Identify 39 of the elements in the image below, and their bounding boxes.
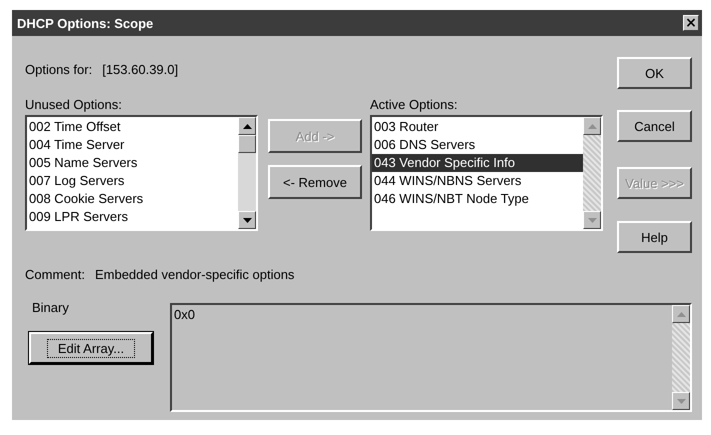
scroll-up-icon[interactable]: [672, 305, 690, 323]
scrollbar[interactable]: [672, 305, 690, 410]
scroll-up-icon[interactable]: [238, 117, 256, 135]
list-item[interactable]: 008 Cookie Servers: [27, 190, 238, 208]
scope-address: [153.60.39.0]: [102, 62, 178, 77]
unused-options-label: Unused Options:: [25, 97, 123, 112]
list-item[interactable]: 009 LPR Servers: [27, 208, 238, 226]
window-title: DHCP Options: Scope: [17, 16, 154, 30]
move-button[interactable]: <- Remove: [268, 165, 362, 199]
value-field[interactable]: 0x0: [170, 303, 692, 412]
list-item[interactable]: 004 Time Server: [27, 136, 238, 154]
active-options-list[interactable]: 003 Router 006 DNS Servers 043 Vendor Specific Info 044 WINS/NBNS Servers 046 WINS/NBT Node Type: [370, 115, 603, 231]
list-item[interactable]: 046 WINS/NBT Node Type: [372, 190, 583, 208]
list-item[interactable]: 044 WINS/NBNS Servers: [372, 172, 583, 190]
comment-label: Comment:: [25, 267, 85, 282]
list-item[interactable]: 005 Name Servers: [27, 154, 238, 172]
scrollbar[interactable]: [583, 117, 601, 229]
dialog-button[interactable]: OK: [617, 57, 692, 89]
options-for-label: Options for:: [25, 62, 92, 77]
scroll-thumb[interactable]: [238, 135, 256, 153]
active-options-label: Active Options:: [370, 97, 458, 112]
list-item[interactable]: 006 DNS Servers: [372, 136, 583, 154]
value-type-label: Binary: [32, 300, 69, 315]
edit-array-button[interactable]: Edit Array...: [29, 332, 153, 364]
scrollbar[interactable]: [238, 117, 256, 229]
value-text: 0x0: [173, 306, 196, 324]
comment-text: Embedded vendor-specific options: [94, 267, 294, 282]
list-item[interactable]: 007 Log Servers: [27, 172, 238, 190]
dialog-button[interactable]: Cancel: [617, 110, 692, 142]
scroll-down-icon[interactable]: [238, 211, 256, 229]
list-item[interactable]: 002 Time Offset: [27, 118, 238, 136]
list-item[interactable]: 043 Vendor Specific Info: [372, 154, 583, 172]
scroll-up-icon[interactable]: [583, 117, 601, 135]
close-button[interactable]: ×: [683, 15, 699, 31]
list-item[interactable]: 003 Router: [372, 118, 583, 136]
scroll-down-icon[interactable]: [583, 211, 601, 229]
scroll-down-icon[interactable]: [672, 392, 690, 410]
unused-options-list[interactable]: 002 Time Offset 004 Time Server 005 Name Servers 007 Log Servers 008 Cookie Servers 009 LPR Servers: [25, 115, 258, 231]
dialog-button[interactable]: Help: [617, 221, 692, 253]
